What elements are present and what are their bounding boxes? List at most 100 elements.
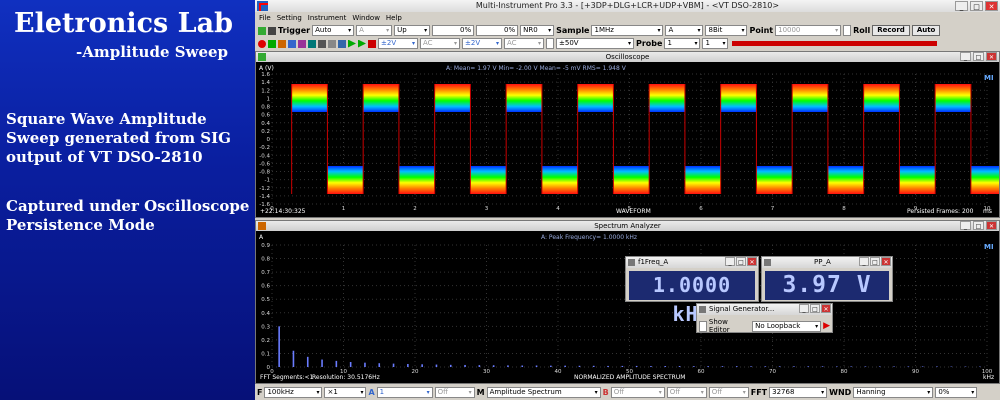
spec-xtick: 40	[555, 369, 562, 375]
freq-meter-window[interactable]: f1Freq_A _ □ ✕ 1.0000 kHz	[625, 256, 759, 326]
minimize-button[interactable]: _	[955, 1, 968, 11]
close-button[interactable]: ✕	[985, 1, 998, 11]
f-label: F	[257, 388, 263, 397]
spec-xtick: 20	[412, 369, 419, 375]
osc-ytick: -1.2	[259, 186, 270, 192]
menu-setting[interactable]: Setting	[277, 12, 302, 24]
siggen-close-button[interactable]: ✕	[821, 304, 831, 313]
auto-button[interactable]: Auto	[911, 25, 941, 36]
osc-persisted: Persisted Frames: 200	[907, 208, 974, 215]
title-bar: Multi-Instrument Pro 3.3 - [+3DP+DLG+LCR…	[255, 0, 1000, 12]
trigger-mode-select[interactable]: Auto	[312, 25, 355, 36]
freq-close-button[interactable]: ✕	[747, 257, 757, 266]
save-icon[interactable]	[268, 26, 276, 35]
spectrum-icon[interactable]	[278, 39, 286, 48]
osc-high-band	[792, 84, 828, 112]
off3-select[interactable]: Off	[666, 387, 707, 398]
osc-close-button[interactable]: ✕	[986, 52, 997, 61]
fft-size-select[interactable]: 32768	[769, 387, 828, 398]
show-editor-checkbox[interactable]	[699, 320, 707, 332]
probe-label: Probe	[636, 39, 663, 48]
trigger-delay-input[interactable]: 0%	[476, 25, 519, 36]
signal-generator-window[interactable]: Signal Generator... _ □ ✕ Show Editor No L…	[696, 303, 833, 334]
off1-select[interactable]: Off	[434, 387, 475, 398]
multiplier-select[interactable]: ×1	[324, 387, 367, 398]
bits-select[interactable]: 8Bit	[705, 25, 748, 36]
siggen-min-button[interactable]: _	[799, 304, 809, 313]
mode-select[interactable]: Amplitude Spectrum	[486, 387, 601, 398]
record-button[interactable]: Record	[872, 25, 910, 36]
osc-xtick: 4	[556, 206, 560, 212]
range-b-select[interactable]: ±50V	[556, 38, 634, 49]
show-editor-label: Show Editor	[708, 318, 730, 334]
overlap-select[interactable]: 0%	[935, 387, 978, 398]
freq-max-button[interactable]: □	[736, 257, 746, 266]
osc-timestamp: +22:14:30:325	[260, 208, 306, 215]
phase-icon[interactable]	[288, 39, 296, 48]
scope-icon[interactable]	[268, 39, 276, 48]
window-select[interactable]: Hanning	[853, 387, 934, 398]
menu-window[interactable]: Window	[352, 12, 380, 24]
range-a2-select[interactable]: ±2V	[462, 38, 502, 49]
trigger-channel-select[interactable]: A	[356, 25, 393, 36]
osc-ytick: -1.4	[259, 194, 270, 200]
menu-instrument[interactable]: Instrument	[308, 12, 347, 24]
maximize-button[interactable]: □	[970, 1, 983, 11]
trigger-edge-select[interactable]: Up	[394, 25, 431, 36]
pp-meter-window[interactable]: PP_A _ □ ✕ 3.97 V	[761, 256, 893, 302]
record-icon[interactable]	[258, 39, 266, 48]
play2-icon[interactable]	[358, 39, 366, 48]
coupling-a2-select[interactable]: AC	[504, 38, 544, 49]
probe-b-select[interactable]: 1	[702, 38, 729, 49]
range-a-select[interactable]: ±2V	[378, 38, 418, 49]
probe-a-select[interactable]: 1	[664, 38, 701, 49]
spec-close-button[interactable]: ✕	[986, 221, 997, 230]
printer-icon[interactable]	[328, 39, 336, 48]
spec-footer-left: FFT Segments:<1	[260, 374, 314, 381]
menu-help[interactable]: Help	[386, 12, 402, 24]
play-icon[interactable]	[348, 39, 356, 48]
pp-close-button[interactable]: ✕	[881, 257, 891, 266]
coupling-a-select[interactable]: AC	[420, 38, 460, 49]
siggen-play-icon[interactable]: ▶	[823, 321, 830, 331]
speaker-icon[interactable]	[338, 39, 346, 48]
oscilloscope-plot[interactable]: 1.6 1.4 1.2 1 0.8 0.6 0.4 0.2 0 -0.2 -0.4 -0.6 -0.8 -…	[256, 62, 999, 217]
run-icon[interactable]	[258, 26, 266, 35]
off2-select[interactable]: Off	[610, 387, 665, 398]
a-value-select[interactable]: 1	[376, 387, 433, 398]
menu-file[interactable]: File	[259, 12, 271, 24]
spectrum-plot[interactable]: 0.90.80.70.60.50.40.30.20.100 10 20 30 40 50 6…	[256, 231, 999, 383]
generator-icon[interactable]	[308, 39, 316, 48]
meter-icon[interactable]	[298, 39, 306, 48]
trigger-level-input[interactable]: 0%	[432, 25, 475, 36]
spec-max-button[interactable]: □	[973, 221, 984, 230]
stop-icon[interactable]	[368, 39, 376, 48]
pp-max-button[interactable]: □	[870, 257, 880, 266]
freq-min-button[interactable]: _	[725, 257, 735, 266]
dds-icon[interactable]	[318, 39, 326, 48]
sample-channel-select[interactable]: A	[665, 25, 704, 36]
b-label: B	[602, 388, 609, 397]
roll-checkbox[interactable]	[843, 25, 852, 36]
osc-low-band	[684, 166, 721, 194]
freq-range-select[interactable]: 100kHz	[264, 387, 323, 398]
osc-max-button[interactable]: □	[973, 52, 984, 61]
pp-min-button[interactable]: _	[859, 257, 869, 266]
osc-xtick: 2	[413, 206, 417, 212]
osc-high-band	[577, 84, 614, 112]
spec-xlabel: NORMALIZED AMPLITUDE SPECTRUM	[574, 374, 685, 381]
ref-channel-select[interactable]: NR0	[520, 25, 555, 36]
osc-low-band	[899, 166, 936, 194]
pp-meter-value: 3.97 V	[765, 271, 889, 300]
osc-min-button[interactable]: _	[960, 52, 971, 61]
spectrum-panel-icon	[258, 222, 266, 230]
off4-select[interactable]: Off	[708, 387, 749, 398]
point-select[interactable]: 10000	[775, 25, 842, 36]
osc-ytick: 1.6	[261, 72, 270, 78]
sample-rate-select[interactable]: 1MHz	[591, 25, 664, 36]
spec-min-button[interactable]: _	[960, 221, 971, 230]
channel-b-checkbox[interactable]	[546, 38, 554, 49]
siggen-max-button[interactable]: □	[810, 304, 820, 313]
loopback-select[interactable]: No Loopback	[752, 320, 822, 332]
fft-label: FFT	[750, 388, 768, 397]
